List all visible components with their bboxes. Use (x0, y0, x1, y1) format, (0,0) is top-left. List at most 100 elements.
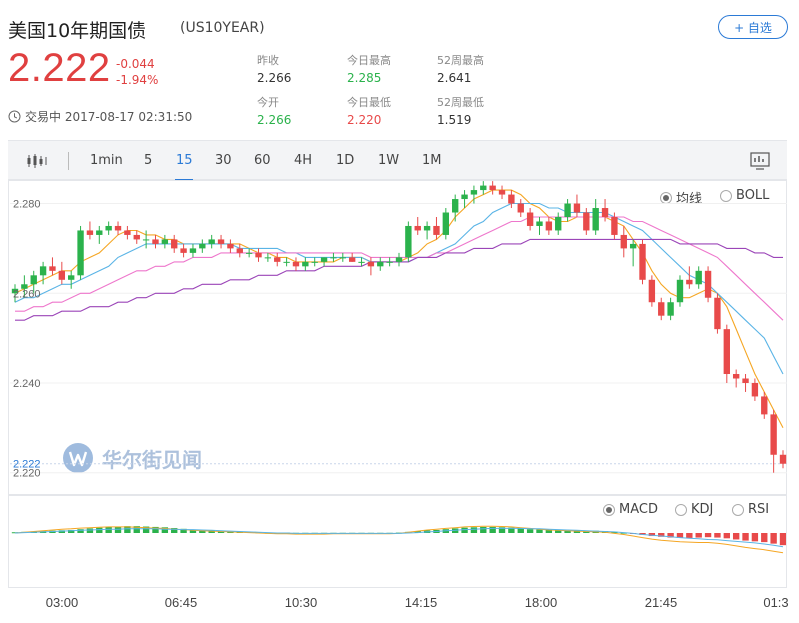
rsi-toggle[interactable]: RSI (732, 502, 769, 517)
candle-body (629, 243, 637, 249)
candle-body (189, 248, 197, 253)
candle-body (367, 261, 375, 267)
candle-body (555, 216, 562, 231)
candle-body (292, 261, 300, 267)
macd-label: MACD (619, 502, 658, 517)
candle-body (423, 225, 431, 231)
candle-body (358, 261, 365, 263)
candle-body (58, 270, 66, 280)
candle-body (714, 297, 721, 330)
macd-toggle[interactable]: MACD (603, 502, 658, 517)
x-tick-label: 01:3 (763, 595, 788, 610)
candle-body (86, 230, 94, 235)
x-tick-label: 06:45 (165, 595, 198, 610)
y-tick-label: 2.280 (13, 199, 41, 211)
candle-body (395, 257, 403, 262)
candle-body (114, 225, 122, 231)
kdj-label: KDJ (691, 502, 714, 517)
x-tick-label: 14:15 (405, 595, 438, 610)
candle-body (274, 257, 281, 262)
candle-body (751, 382, 759, 397)
candle-body (433, 225, 440, 235)
candle-body (414, 225, 421, 231)
candle-body (667, 302, 674, 316)
candle-body (461, 194, 468, 200)
x-tick-label: 18:00 (525, 595, 558, 610)
candle-body (302, 261, 309, 267)
candle-body (742, 378, 749, 383)
candle-body (620, 234, 627, 249)
candle-body (405, 225, 412, 258)
ma-line (14, 202, 784, 375)
candle-body (227, 243, 234, 249)
candle-body (96, 230, 103, 235)
candle-body (592, 208, 599, 231)
kdj-toggle[interactable]: KDJ (675, 502, 713, 517)
candle-body (658, 302, 665, 316)
candle-body (320, 257, 328, 262)
candle-body (124, 230, 131, 235)
candle-body (536, 221, 543, 226)
x-tick-label: 03:00 (46, 595, 79, 610)
candle-body (770, 414, 777, 455)
candle-body (508, 194, 515, 204)
candle-body (498, 190, 506, 195)
candle-body (49, 266, 56, 271)
candle-body (245, 252, 253, 254)
candle-body (30, 275, 37, 285)
candle-body (77, 230, 84, 276)
macd-radio[interactable] (603, 503, 615, 516)
candle-body (208, 239, 215, 244)
candle-body (723, 329, 730, 375)
y-tick-label: 2.260 (13, 288, 41, 300)
candle-body (517, 203, 524, 213)
candle-body (489, 185, 496, 191)
candle-body (133, 234, 140, 240)
candle-body (779, 454, 787, 464)
candle-body (526, 212, 534, 226)
candle-body (377, 261, 384, 267)
candle-body (311, 261, 318, 263)
candle-body (386, 261, 393, 263)
candle-body (105, 225, 112, 231)
candle-body (452, 199, 459, 213)
candle-body (480, 185, 487, 191)
candle-body (601, 208, 609, 217)
candle-body (171, 239, 178, 249)
candle-body (339, 257, 346, 259)
candle-body (686, 279, 693, 285)
candle-body (180, 248, 187, 253)
candle-body (695, 270, 702, 285)
current-price-label: 2.222 (13, 459, 41, 471)
rsi-radio[interactable] (732, 503, 744, 516)
candle-body (676, 279, 684, 303)
candle-body (255, 252, 262, 258)
candle-body (152, 239, 159, 244)
candle-body (348, 257, 356, 262)
candle-body (68, 275, 75, 280)
candle-body (264, 257, 272, 259)
candle-body (611, 216, 618, 235)
candle-body (732, 374, 740, 379)
candle-body (564, 203, 571, 217)
candle-body (573, 203, 581, 213)
kdj-radio[interactable] (675, 503, 687, 516)
candle-body (199, 243, 206, 249)
candle-body (470, 190, 478, 195)
candle-body (639, 243, 646, 280)
candle-body (236, 248, 243, 253)
candle-body (442, 212, 450, 235)
y-tick-label: 2.240 (13, 378, 41, 390)
candle-body (704, 270, 712, 298)
rsi-label: RSI (748, 502, 770, 517)
candle-body (142, 239, 150, 241)
candle-body (39, 266, 47, 276)
candle-body (330, 257, 337, 259)
candle-body (648, 279, 656, 303)
candle-body (283, 261, 290, 263)
x-tick-label: 10:30 (285, 595, 318, 610)
indicator-panel (8, 495, 787, 588)
candle-body (583, 212, 590, 231)
candle-body (545, 221, 553, 231)
candle-body (161, 239, 169, 244)
